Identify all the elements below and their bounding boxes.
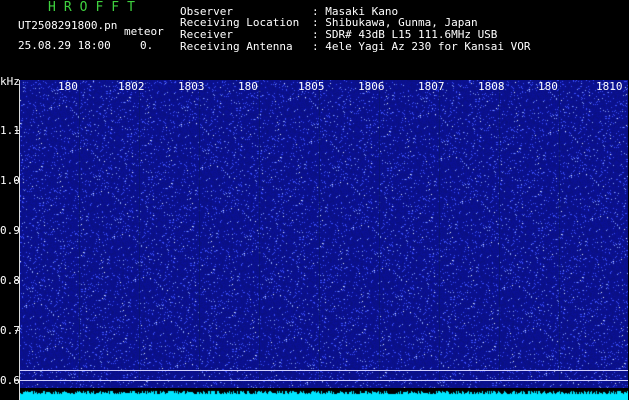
time-label: 1810 — [596, 80, 623, 93]
grid-line — [139, 80, 140, 380]
time-label: 1805 — [298, 80, 325, 93]
time-label: 1802 — [118, 80, 145, 93]
y-unit-label: kHz — [0, 75, 20, 88]
count: 0. — [140, 39, 154, 52]
y-tick — [15, 280, 20, 281]
datetime: 25.08.29 18:00 — [18, 39, 111, 52]
grid-line — [319, 80, 320, 380]
grid-line — [199, 80, 200, 380]
spectrogram-noise — [20, 80, 628, 400]
time-label: 180 — [238, 80, 258, 93]
time-label: 180 — [538, 80, 558, 93]
mode-label: meteor — [124, 25, 164, 38]
spectrum-strip — [20, 388, 628, 400]
time-label: 1808 — [478, 80, 505, 93]
time-label: 1807 — [418, 80, 445, 93]
filename: UT2508291800.pn — [18, 19, 118, 32]
reference-line — [20, 380, 628, 381]
y-tick — [15, 130, 20, 131]
grid-line — [259, 80, 260, 380]
time-label: 180 — [58, 80, 78, 93]
y-tick — [15, 330, 20, 331]
y-tick — [15, 180, 20, 181]
reference-line — [20, 370, 628, 371]
time-label: 1806 — [358, 80, 385, 93]
grid-line — [439, 80, 440, 380]
y-tick — [15, 230, 20, 231]
grid-line — [559, 80, 560, 380]
time-label: 1803 — [178, 80, 205, 93]
info-label-antenna: Receiving Antenna — [180, 40, 293, 53]
app-brand: HROFFT — [48, 0, 143, 15]
grid-line — [379, 80, 380, 380]
grid-line — [79, 80, 80, 380]
grid-line — [499, 80, 500, 380]
spectrogram-plot — [20, 80, 628, 400]
info-value-antenna: : 4ele Yagi Az 230 for Kansai VOR — [312, 40, 531, 53]
